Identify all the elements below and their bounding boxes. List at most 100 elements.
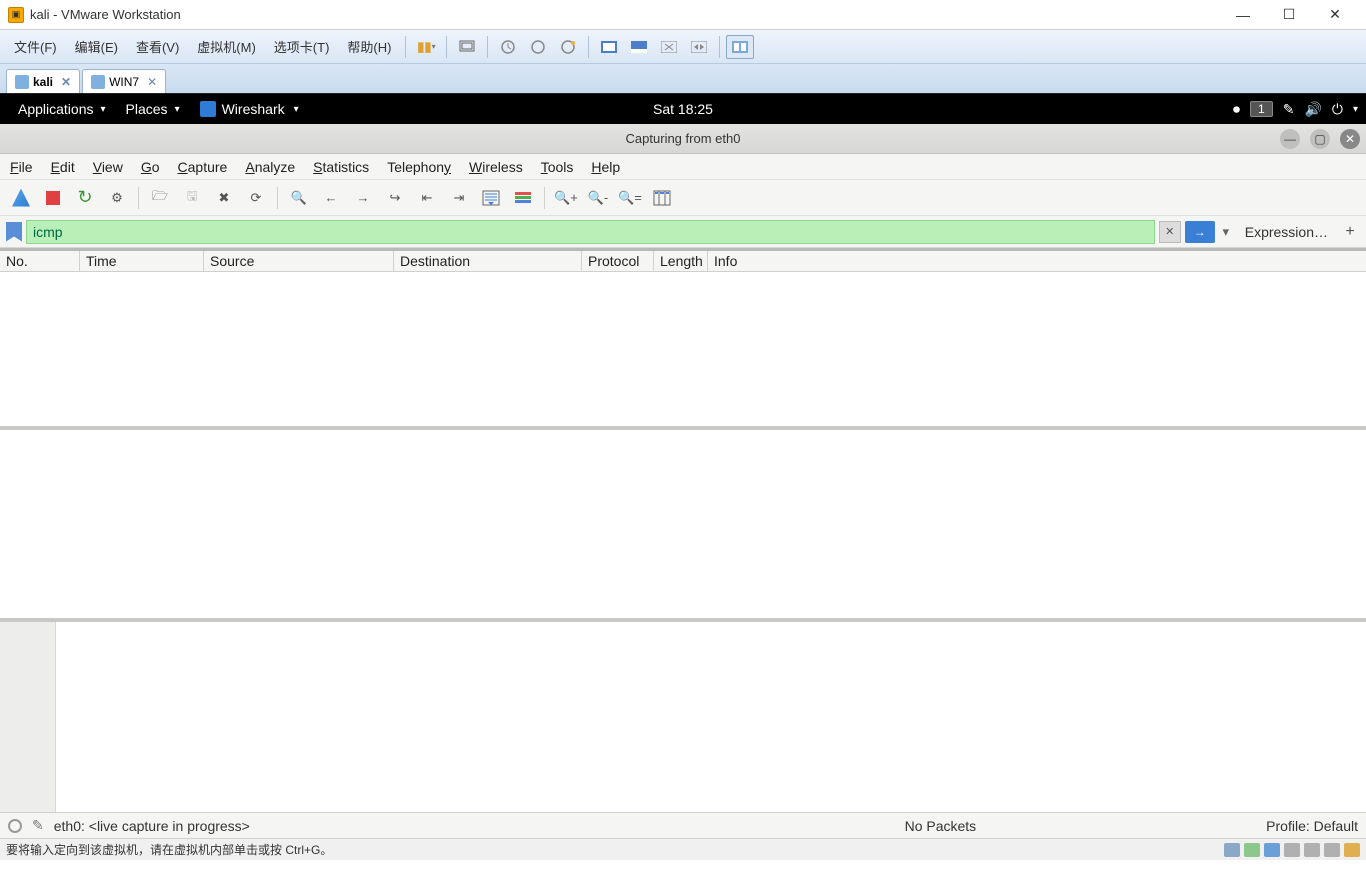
printer-icon[interactable] bbox=[1284, 843, 1300, 857]
ws-menu-capture[interactable]: Capture bbox=[178, 159, 228, 175]
snapshot-take-button[interactable] bbox=[494, 35, 522, 59]
wireshark-statusbar: ✎ eth0: <live capture in progress> No Pa… bbox=[0, 812, 1366, 838]
reload-button[interactable]: ⟳ bbox=[241, 184, 271, 212]
display-filter-input[interactable] bbox=[26, 220, 1155, 244]
workspace-indicator[interactable]: 1 bbox=[1250, 101, 1273, 117]
apply-filter-button[interactable]: → bbox=[1185, 221, 1215, 243]
message-icon[interactable] bbox=[1344, 843, 1360, 857]
applications-menu[interactable]: Applications bbox=[8, 101, 116, 117]
vmware-menu-vm[interactable]: 虚拟机(M) bbox=[189, 33, 264, 60]
capture-options-button[interactable]: ⚙ bbox=[102, 184, 132, 212]
places-menu[interactable]: Places bbox=[116, 101, 190, 117]
ws-maximize-button[interactable]: ▢ bbox=[1310, 129, 1330, 149]
add-filter-button[interactable]: + bbox=[1340, 223, 1360, 241]
vmware-menu-view[interactable]: 查看(V) bbox=[128, 33, 187, 60]
save-file-button[interactable]: 🖫 bbox=[177, 184, 207, 212]
tool-icon[interactable]: ✎ bbox=[1283, 101, 1295, 118]
start-capture-button[interactable] bbox=[6, 184, 36, 212]
go-to-packet-button[interactable]: ↪ bbox=[380, 184, 410, 212]
snapshot-manager-button[interactable] bbox=[554, 35, 582, 59]
vmware-menu-tabs[interactable]: 选项卡(T) bbox=[266, 33, 338, 60]
packet-bytes-pane[interactable] bbox=[0, 622, 1366, 812]
cd-icon[interactable] bbox=[1244, 843, 1260, 857]
console-view-button[interactable] bbox=[655, 35, 683, 59]
vmware-menu-file[interactable]: 文件(F) bbox=[6, 33, 65, 60]
pause-vm-button[interactable]: ▮▮▾ bbox=[412, 35, 440, 59]
vmware-status-hint: 要将输入定向到该虚拟机，请在虚拟机内部单击或按 Ctrl+G。 bbox=[6, 841, 1224, 858]
close-tab-icon[interactable]: ✕ bbox=[147, 75, 157, 89]
network-icon[interactable] bbox=[1264, 843, 1280, 857]
filter-expression-button[interactable]: Expression… bbox=[1237, 224, 1336, 240]
colorize-button[interactable] bbox=[508, 184, 538, 212]
minimize-button[interactable]: — bbox=[1220, 0, 1266, 30]
status-profile[interactable]: Profile: Default bbox=[1266, 818, 1358, 834]
status-interface: eth0: <live capture in progress> bbox=[54, 818, 895, 834]
dropdown-icon[interactable]: ▾ bbox=[1353, 104, 1358, 115]
go-forward-button[interactable]: → bbox=[348, 184, 378, 212]
thumbnail-bar-button[interactable] bbox=[726, 35, 754, 59]
ws-menu-statistics[interactable]: Statistics bbox=[313, 159, 369, 175]
ws-menu-view[interactable]: View bbox=[93, 159, 123, 175]
disk-icon[interactable] bbox=[1224, 843, 1240, 857]
col-destination[interactable]: Destination bbox=[394, 251, 582, 271]
ws-minimize-button[interactable]: — bbox=[1280, 129, 1300, 149]
find-packet-button[interactable]: 🔍 bbox=[284, 184, 314, 212]
vmware-menu-edit[interactable]: 编辑(E) bbox=[67, 33, 126, 60]
close-tab-icon[interactable]: ✕ bbox=[61, 75, 71, 89]
col-protocol[interactable]: Protocol bbox=[582, 251, 654, 271]
snapshot-revert-button[interactable] bbox=[524, 35, 552, 59]
packet-list-pane[interactable] bbox=[0, 272, 1366, 430]
ws-menu-file[interactable]: File bbox=[10, 159, 33, 175]
ws-menu-wireless[interactable]: Wireless bbox=[469, 159, 523, 175]
ws-menu-go[interactable]: Go bbox=[141, 159, 160, 175]
stretch-button[interactable] bbox=[685, 35, 713, 59]
power-icon[interactable]: ⏻ bbox=[1332, 101, 1343, 118]
clear-filter-button[interactable]: ✕ bbox=[1159, 221, 1181, 243]
vm-tab-kali[interactable]: kali ✕ bbox=[6, 69, 80, 93]
auto-scroll-button[interactable] bbox=[476, 184, 506, 212]
separator bbox=[138, 187, 139, 209]
zoom-in-button[interactable]: 🔍+ bbox=[551, 184, 581, 212]
go-first-button[interactable]: ⇤ bbox=[412, 184, 442, 212]
vmware-menu-help[interactable]: 帮助(H) bbox=[339, 33, 399, 60]
ws-menu-edit[interactable]: Edit bbox=[51, 159, 75, 175]
open-file-button[interactable]: 🗁 bbox=[145, 184, 175, 212]
usb-icon[interactable] bbox=[1324, 843, 1340, 857]
ws-menu-telephony[interactable]: Telephony bbox=[387, 159, 451, 175]
col-no[interactable]: No. bbox=[0, 251, 80, 271]
packet-details-pane[interactable] bbox=[0, 430, 1366, 622]
fullscreen-button[interactable] bbox=[595, 35, 623, 59]
unity-button[interactable] bbox=[625, 35, 653, 59]
close-button[interactable]: ✕ bbox=[1312, 0, 1358, 30]
col-info[interactable]: Info bbox=[708, 251, 1366, 271]
resize-columns-button[interactable] bbox=[647, 184, 677, 212]
ws-close-button[interactable]: ✕ bbox=[1340, 129, 1360, 149]
send-cad-button[interactable] bbox=[453, 35, 481, 59]
active-app-menu[interactable]: Wireshark bbox=[190, 101, 309, 117]
zoom-reset-button[interactable]: 🔍= bbox=[615, 184, 645, 212]
recording-icon[interactable]: ⏺ bbox=[1233, 101, 1240, 118]
volume-icon[interactable]: 🔊 bbox=[1304, 101, 1321, 118]
close-file-button[interactable]: ✖ bbox=[209, 184, 239, 212]
go-back-button[interactable]: ← bbox=[316, 184, 346, 212]
ws-menu-tools[interactable]: Tools bbox=[541, 159, 574, 175]
clock[interactable]: Sat 18:25 bbox=[653, 101, 713, 117]
stop-capture-button[interactable] bbox=[38, 184, 68, 212]
restart-capture-button[interactable]: ↻ bbox=[70, 184, 100, 212]
col-length[interactable]: Length bbox=[654, 251, 708, 271]
bookmark-icon[interactable] bbox=[6, 222, 22, 242]
vmware-window-title: kali - VMware Workstation bbox=[30, 7, 1220, 22]
restart-icon: ↻ bbox=[77, 187, 92, 208]
vm-tab-win7[interactable]: WIN7 ✕ bbox=[82, 69, 166, 93]
col-source[interactable]: Source bbox=[204, 251, 394, 271]
filter-history-dropdown[interactable]: ▾ bbox=[1219, 221, 1233, 243]
go-last-button[interactable]: ⇥ bbox=[444, 184, 474, 212]
ws-menu-help[interactable]: Help bbox=[591, 159, 620, 175]
ws-menu-analyze[interactable]: Analyze bbox=[245, 159, 295, 175]
maximize-button[interactable]: ☐ bbox=[1266, 0, 1312, 30]
edit-capture-comment-icon[interactable]: ✎ bbox=[32, 817, 44, 834]
col-time[interactable]: Time bbox=[80, 251, 204, 271]
sound-icon[interactable] bbox=[1304, 843, 1320, 857]
expert-info-icon[interactable] bbox=[8, 819, 22, 833]
zoom-out-button[interactable]: 🔍- bbox=[583, 184, 613, 212]
